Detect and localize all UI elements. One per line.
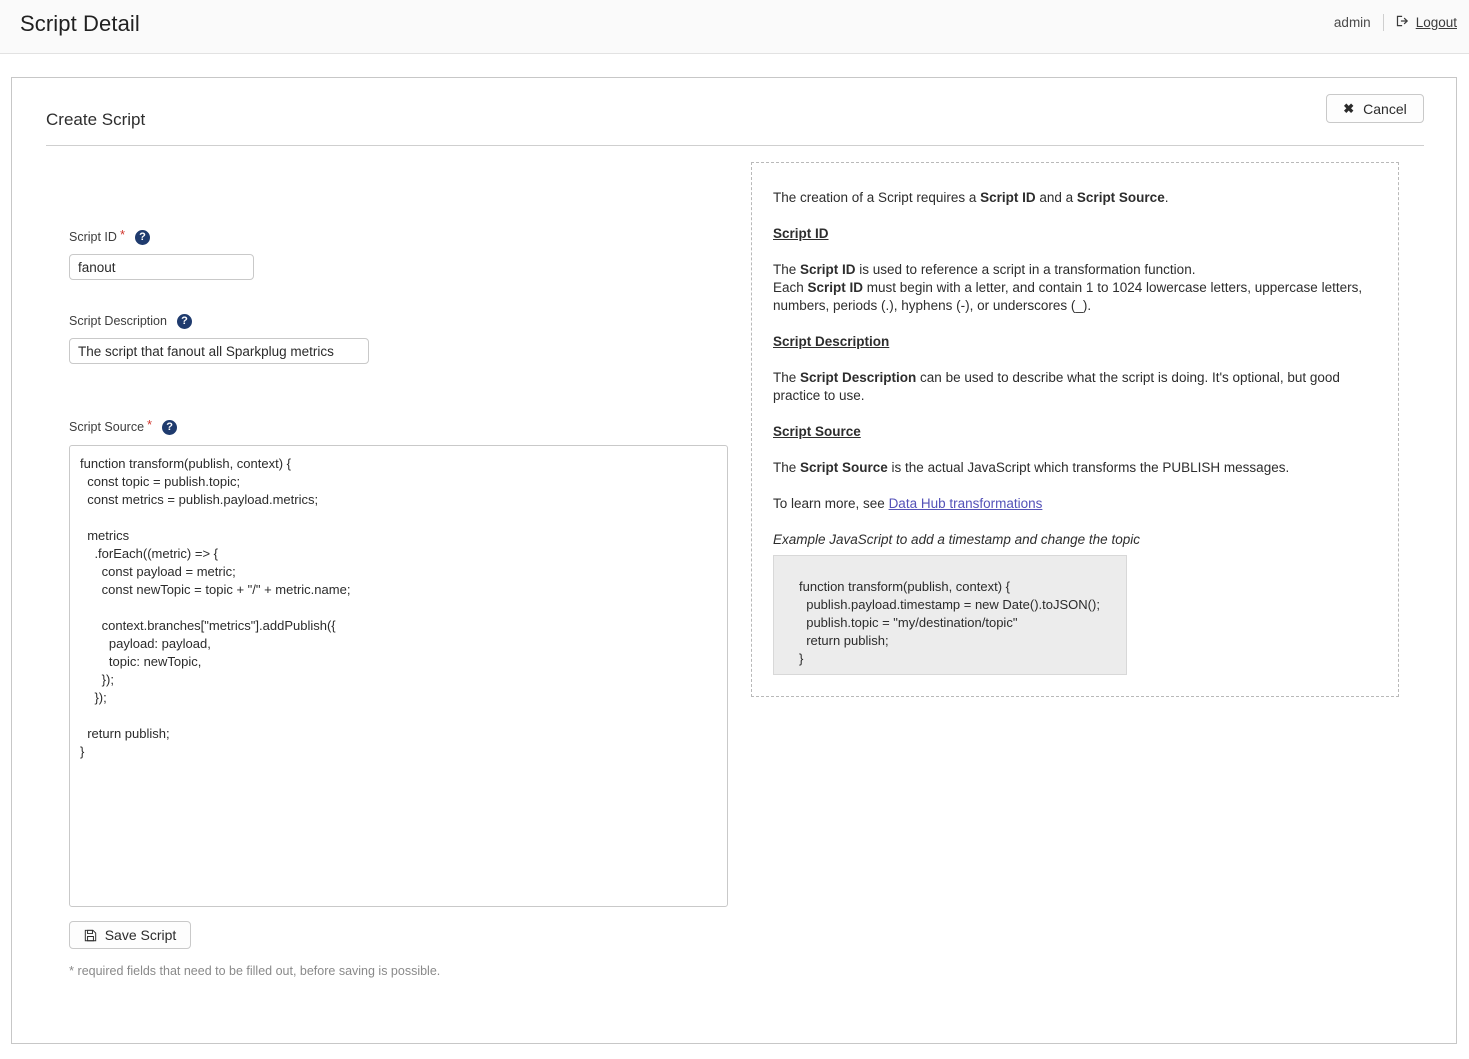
question-circle-icon[interactable]: ? — [135, 230, 150, 245]
help-ss-b: Script Source — [800, 460, 888, 475]
spacer — [773, 441, 1374, 459]
help-sid-l2a: Each — [773, 280, 808, 295]
help-sid-l1b: Script ID — [800, 262, 856, 277]
username-label: admin — [1334, 15, 1371, 30]
script-source-label-row: Script Source * ? — [69, 418, 728, 436]
help-script-id-line1: The Script ID is used to reference a scr… — [773, 261, 1374, 279]
help-sd-a: The — [773, 370, 800, 385]
field-script-description: Script Description ? The script that fan… — [69, 312, 369, 364]
help-ss-c: is the actual JavaScript which transform… — [888, 460, 1289, 475]
help-heading-script-description: Script Description — [773, 333, 1374, 351]
cancel-label: Cancel — [1363, 101, 1407, 117]
page-title: Script Detail — [20, 11, 140, 37]
help-script-id-line2: Each Script ID must begin with a letter,… — [773, 279, 1374, 315]
script-id-label: Script ID — [69, 230, 117, 244]
script-detail-card: Create Script ✖ Cancel Script ID * ? fan… — [11, 77, 1457, 1044]
spacer — [773, 351, 1374, 369]
required-note-text: required fields that need to be filled o… — [74, 964, 440, 978]
spacer — [773, 405, 1374, 423]
section-title: Create Script — [46, 110, 145, 130]
help-intro-c: and a — [1036, 190, 1077, 205]
help-intro-a: The creation of a Script requires a — [773, 190, 980, 205]
help-learn-more: To learn more, see Data Hub transformati… — [773, 495, 1374, 513]
help-ss-a: The — [773, 460, 800, 475]
save-script-label: Save Script — [105, 927, 177, 943]
script-description-input[interactable]: The script that fanout all Sparkplug met… — [69, 338, 369, 364]
script-id-input[interactable]: fanout — [69, 254, 254, 280]
help-panel: The creation of a Script requires a Scri… — [751, 162, 1399, 697]
script-id-label-row: Script ID * ? — [69, 228, 254, 246]
logout-button[interactable]: Logout — [1396, 14, 1457, 31]
logout-label: Logout — [1416, 15, 1457, 30]
sign-out-icon — [1396, 14, 1410, 31]
card-header: Create Script ✖ Cancel — [46, 110, 1424, 146]
example-code-block: function transform(publish, context) { p… — [773, 555, 1127, 675]
data-hub-transformations-link[interactable]: Data Hub transformations — [889, 496, 1043, 511]
save-row: Save Script * required fields that need … — [69, 921, 440, 978]
help-script-description-line: The Script Description can be used to de… — [773, 369, 1374, 405]
spacer — [773, 207, 1374, 225]
help-intro-b: Script ID — [980, 190, 1036, 205]
help-heading-script-source: Script Source — [773, 423, 1374, 441]
cancel-button[interactable]: ✖ Cancel — [1326, 94, 1424, 123]
header-divider — [1383, 14, 1384, 31]
help-sid-l1a: The — [773, 262, 800, 277]
question-circle-icon[interactable]: ? — [162, 420, 177, 435]
app-header: Script Detail admin Logout — [0, 0, 1469, 54]
help-learn-more-prefix: To learn more, see — [773, 496, 889, 511]
help-sid-l2b: Script ID — [808, 280, 864, 295]
question-circle-icon[interactable]: ? — [177, 314, 192, 329]
save-script-button[interactable]: Save Script — [69, 921, 191, 949]
help-sid-l1c: is used to reference a script in a trans… — [856, 262, 1196, 277]
field-script-source: Script Source * ? function transform(pub… — [69, 418, 728, 907]
help-intro-e: . — [1165, 190, 1169, 205]
floppy-disk-icon — [84, 929, 97, 942]
help-intro: The creation of a Script requires a Scri… — [773, 189, 1374, 207]
script-id-required-marker: * — [120, 228, 125, 241]
script-description-label: Script Description — [69, 314, 167, 328]
example-caption: Example JavaScript to add a timestamp an… — [773, 531, 1374, 549]
field-script-id: Script ID * ? fanout — [69, 228, 254, 280]
script-description-label-row: Script Description ? — [69, 312, 369, 330]
spacer — [773, 513, 1374, 531]
help-heading-script-id: Script ID — [773, 225, 1374, 243]
script-source-required-marker: * — [147, 418, 152, 431]
help-sd-b: Script Description — [800, 370, 916, 385]
spacer — [773, 243, 1374, 261]
script-source-textarea[interactable]: function transform(publish, context) { c… — [69, 445, 728, 907]
help-script-source-line: The Script Source is the actual JavaScri… — [773, 459, 1374, 477]
close-x-icon: ✖ — [1343, 102, 1354, 115]
required-fields-note: * required fields that need to be filled… — [69, 963, 440, 978]
spacer — [773, 315, 1374, 333]
spacer — [773, 477, 1374, 495]
help-intro-d: Script Source — [1077, 190, 1165, 205]
user-area: admin Logout — [1334, 14, 1457, 31]
script-source-label: Script Source — [69, 420, 144, 434]
